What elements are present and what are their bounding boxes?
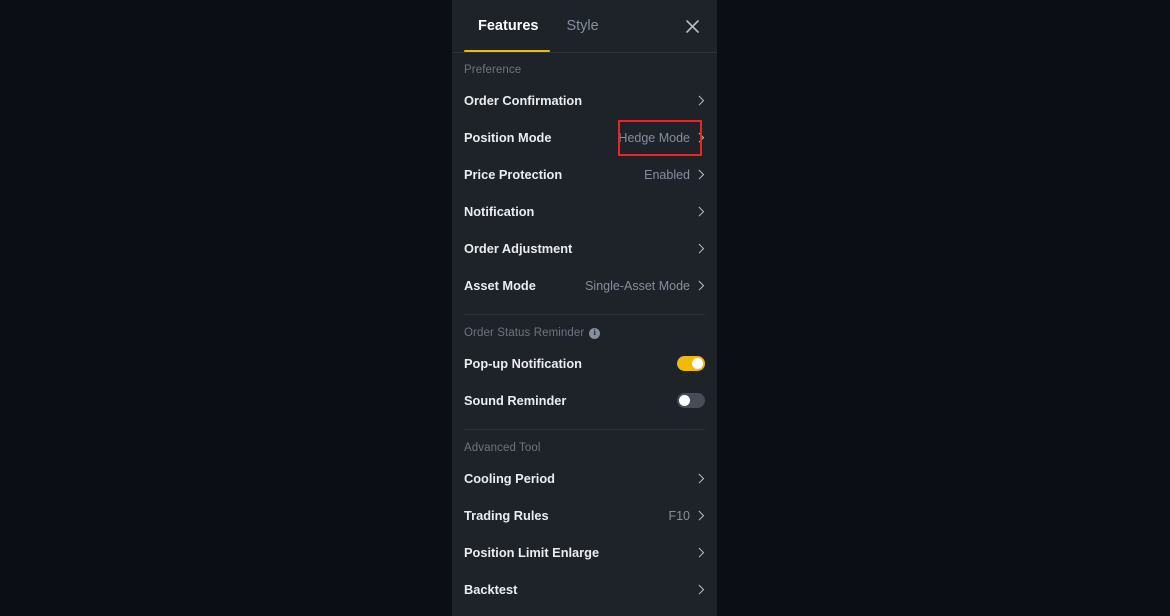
row-asset-mode-right: Single-Asset Mode [585, 279, 705, 293]
row-cooling-period-right [690, 474, 705, 484]
row-backtest-label: Backtest [464, 582, 518, 597]
row-price-protection-right: Enabled [644, 168, 705, 182]
tab-bar: Features Style [464, 0, 681, 52]
row-cooling-period-label: Cooling Period [464, 471, 555, 486]
section-label-preference-text: Preference [464, 64, 522, 76]
chevron-right-icon [695, 133, 705, 143]
section-label-advanced-tool-text: Advanced Tool [464, 442, 541, 454]
row-sound-reminder-label: Sound Reminder [464, 393, 567, 408]
info-icon[interactable]: i [589, 327, 601, 339]
row-position-limit-enlarge-label: Position Limit Enlarge [464, 545, 600, 560]
row-order-adjustment[interactable]: Order Adjustment [464, 230, 705, 267]
chevron-right-icon [695, 170, 705, 180]
row-asset-mode-value: Single-Asset Mode [585, 278, 690, 293]
toggle-popup-notification[interactable] [677, 356, 705, 371]
row-position-mode-right: Hedge Mode [618, 131, 705, 145]
section-label-order-status-reminder-text: Order Status Reminder [464, 327, 585, 339]
row-backtest-right [690, 585, 705, 595]
row-asset-mode-label: Asset Mode [464, 278, 536, 293]
row-trading-rules-value: F10 [668, 508, 690, 523]
row-price-protection[interactable]: Price Protection Enabled [464, 156, 705, 193]
row-trading-rules-label: Trading Rules [464, 508, 549, 523]
chevron-right-icon [695, 281, 705, 291]
panel-body: Preference Order Confirmation Position M… [452, 53, 717, 608]
row-order-confirmation-label: Order Confirmation [464, 93, 583, 108]
row-order-adjustment-label: Order Adjustment [464, 241, 573, 256]
toggle-sound-reminder[interactable] [677, 393, 705, 408]
tab-features[interactable]: Features [464, 0, 552, 52]
section-label-preference: Preference [464, 53, 705, 82]
section-label-advanced-tool: Advanced Tool [464, 430, 705, 460]
row-position-mode-value: Hedge Mode [618, 130, 690, 145]
close-icon-glyph [685, 19, 699, 33]
section-label-order-status-reminder: Order Status Reminder i [464, 315, 705, 345]
row-price-protection-value: Enabled [644, 167, 690, 182]
row-notification[interactable]: Notification [464, 193, 705, 230]
row-position-limit-enlarge-right [690, 548, 705, 558]
chevron-right-icon [695, 585, 705, 595]
row-position-limit-enlarge[interactable]: Position Limit Enlarge [464, 534, 705, 571]
info-icon-glyph: i [593, 328, 596, 337]
settings-panel: Features Style Preference Order Confirma… [452, 0, 717, 616]
row-sound-reminder[interactable]: Sound Reminder [464, 382, 705, 419]
row-popup-notification[interactable]: Pop-up Notification [464, 345, 705, 382]
row-trading-rules[interactable]: Trading Rules F10 [464, 497, 705, 534]
tab-features-label: Features [478, 18, 539, 34]
panel-header: Features Style [452, 0, 717, 53]
row-backtest[interactable]: Backtest [464, 571, 705, 608]
tab-style[interactable]: Style [552, 0, 612, 52]
toggle-knob [692, 358, 703, 369]
chevron-right-icon [695, 207, 705, 217]
close-icon[interactable] [681, 15, 703, 37]
chevron-right-icon [695, 511, 705, 521]
row-asset-mode[interactable]: Asset Mode Single-Asset Mode [464, 267, 705, 304]
toggle-knob [679, 395, 690, 406]
row-order-confirmation-right [690, 96, 705, 106]
row-position-mode-label: Position Mode [464, 130, 552, 145]
chevron-right-icon [695, 548, 705, 558]
row-notification-right [690, 207, 705, 217]
row-popup-notification-label: Pop-up Notification [464, 356, 582, 371]
row-price-protection-label: Price Protection [464, 167, 563, 182]
tab-style-label: Style [566, 18, 599, 34]
row-order-adjustment-right [690, 244, 705, 254]
chevron-right-icon [695, 474, 705, 484]
chevron-right-icon [695, 96, 705, 106]
row-cooling-period[interactable]: Cooling Period [464, 460, 705, 497]
chevron-right-icon [695, 244, 705, 254]
row-position-mode[interactable]: Position Mode Hedge Mode [464, 119, 705, 156]
row-order-confirmation[interactable]: Order Confirmation [464, 82, 705, 119]
screen: Features Style Preference Order Confirma… [0, 0, 1170, 616]
row-trading-rules-right: F10 [668, 509, 705, 523]
row-notification-label: Notification [464, 204, 535, 219]
